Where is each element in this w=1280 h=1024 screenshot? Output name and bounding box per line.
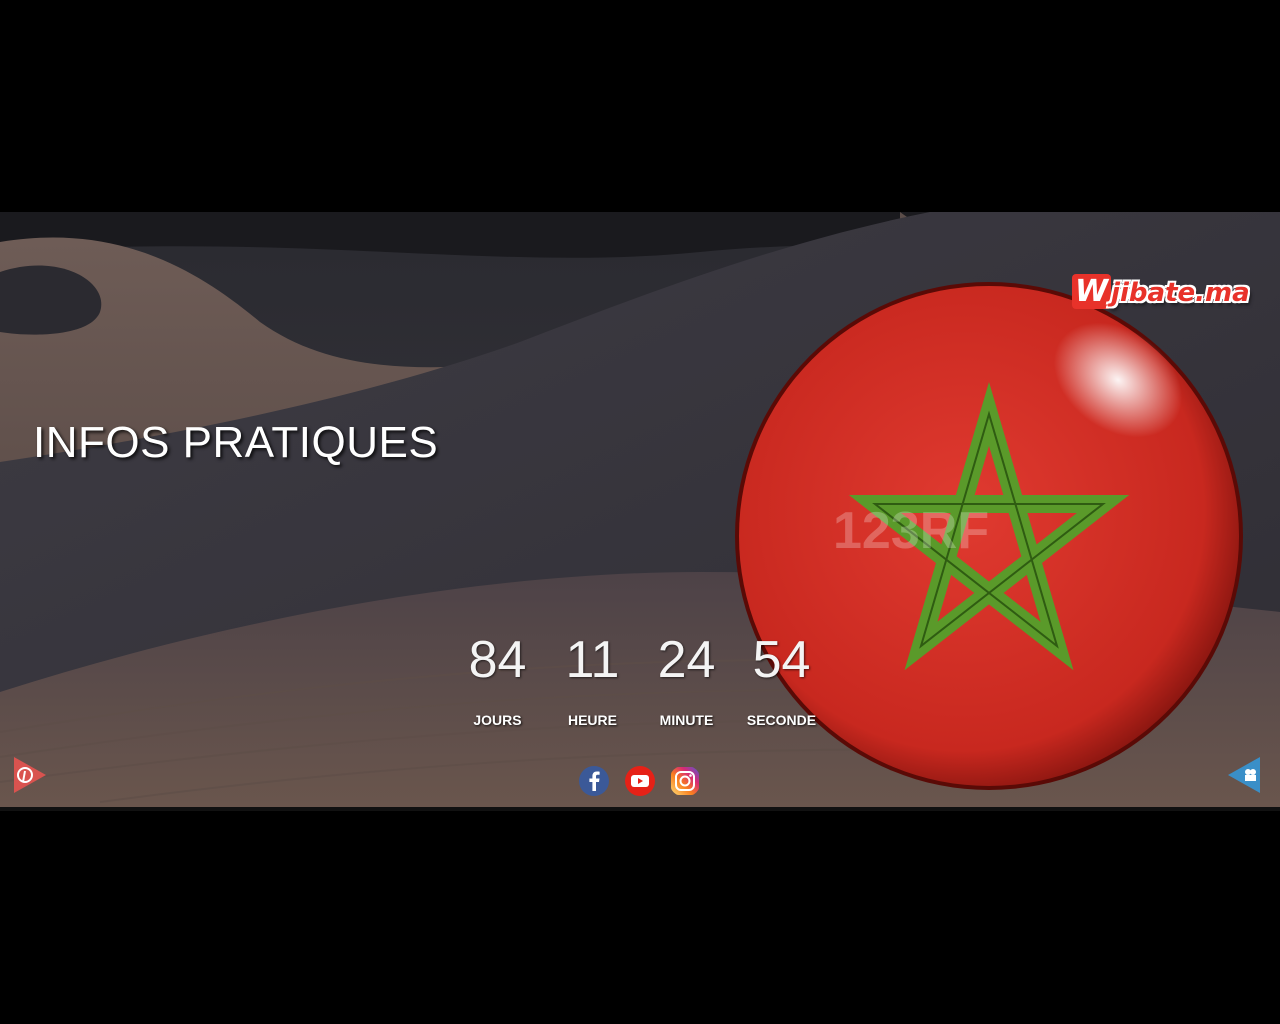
countdown-hours-label: HEURE: [567, 712, 617, 728]
countdown-days: 84 JOURS: [450, 630, 545, 728]
facebook-icon[interactable]: [578, 765, 610, 797]
watermark-text: 123RF: [833, 502, 989, 560]
countdown-minutes-label: MINUTE: [659, 712, 714, 728]
page-title: INFOS PRATIQUES: [33, 418, 439, 467]
countdown-hours-value: 11: [565, 631, 620, 689]
countdown-days-label: JOURS: [473, 712, 522, 728]
pinterest-corner-icon[interactable]: [12, 755, 48, 795]
countdown-hours: 11 HEURE: [545, 630, 640, 728]
hero-banner: INFOS PRATIQUES 123RF Wjibate.ma 84 JOUR…: [0, 212, 1280, 808]
countdown-seconds: 54 SECONDE: [734, 630, 829, 728]
countdown-minutes: 24 MINUTE: [639, 630, 734, 728]
countdown-seconds-value: 54: [752, 631, 811, 689]
youtube-icon[interactable]: [624, 765, 656, 797]
countdown-days-value: 84: [468, 631, 527, 689]
countdown-minutes-value: 24: [657, 631, 716, 689]
wjibate-logo[interactable]: Wjibate.ma: [1072, 274, 1250, 309]
countdown-timer: 84 JOURS 11 HEURE 24 MINUTE 54 SECONDE: [450, 630, 835, 740]
countdown-seconds-label: SECONDE: [746, 712, 817, 728]
footer-divider: [0, 807, 1280, 811]
instagram-icon[interactable]: [669, 765, 701, 797]
camera-corner-icon[interactable]: [1226, 755, 1262, 795]
